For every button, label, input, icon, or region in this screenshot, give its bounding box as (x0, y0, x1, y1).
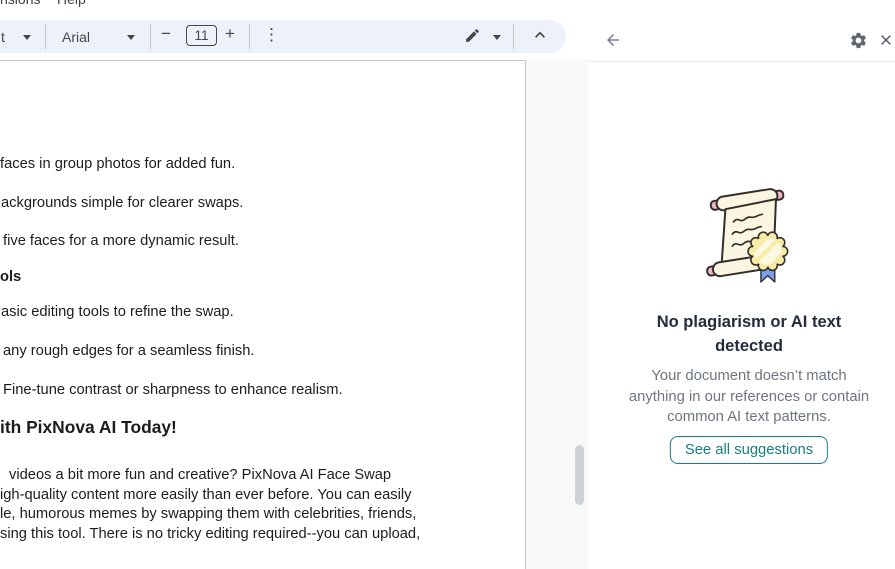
font-caret-icon[interactable] (127, 35, 135, 40)
app-window: Extensions Help t Arial − 11 + ⋮ faces i… (0, 0, 895, 569)
scroll-certificate-illustration (696, 180, 802, 289)
suggestions-panel: No plagiarism or AI text detected Your d… (588, 0, 895, 569)
panel-heading-line: No plagiarism or AI text (588, 310, 895, 334)
document-scrollbar-thumb[interactable] (575, 445, 584, 505)
decrease-font-size-button[interactable]: − (161, 24, 171, 44)
document-canvas: faces in group photos for added fun. ack… (0, 60, 588, 569)
styles-caret-icon[interactable] (23, 35, 31, 40)
doc-line: videos a bit more fun and creative? PixN… (9, 467, 391, 483)
doc-line: asic editing tools to refine the swap. (1, 304, 234, 320)
doc-line: Fine-tune contrast or sharpness to enhan… (3, 382, 343, 398)
doc-line: ackgrounds simple for clearer swaps. (1, 195, 243, 211)
doc-line: sing this tool. There is no tricky editi… (0, 526, 420, 542)
toolbar-divider (513, 24, 514, 49)
panel-heading-line: detected (588, 334, 895, 358)
toolbar-divider (150, 24, 151, 49)
styles-dropdown[interactable]: t (1, 29, 5, 45)
pen-mode-caret-icon[interactable] (493, 35, 501, 40)
doc-line: le, humorous memes by swapping them with… (0, 506, 416, 522)
font-family-dropdown[interactable]: Arial (62, 29, 90, 45)
doc-line: five faces for a more dynamic result. (3, 233, 239, 249)
pen-mode-icon[interactable] (464, 27, 481, 49)
menubar: Extensions Help (0, 0, 588, 14)
see-all-suggestions-button[interactable]: See all suggestions (670, 436, 828, 464)
panel-description: Your document doesn’t match anything in … (588, 366, 895, 428)
back-arrow-icon[interactable] (599, 26, 627, 54)
doc-line: igh-quality content more easily than eve… (0, 487, 412, 503)
doc-line: faces in group photos for added fun. (0, 156, 235, 172)
settings-gear-icon[interactable] (844, 26, 872, 54)
panel-heading: No plagiarism or AI text detected (588, 310, 895, 358)
document-page[interactable]: faces in group photos for added fun. ack… (0, 60, 526, 569)
menu-extensions[interactable]: Extensions (0, 0, 40, 7)
font-size-input[interactable]: 11 (186, 25, 217, 46)
doc-heading-fragment: ith PixNova AI Today! (0, 417, 177, 438)
panel-description-line: common AI text patterns. (588, 407, 895, 428)
panel-description-line: Your document doesn’t match (588, 366, 895, 387)
doc-line: any rough edges for a seamless finish. (3, 343, 254, 359)
doc-heading-fragment: ols (0, 269, 21, 285)
toolbar-divider (45, 24, 46, 49)
panel-header (588, 0, 895, 62)
close-icon[interactable] (872, 26, 895, 54)
more-options-icon[interactable]: ⋮ (263, 23, 280, 47)
toolbar: t Arial − 11 + ⋮ (0, 14, 588, 60)
menu-help[interactable]: Help (57, 0, 86, 7)
collapse-toolbar-icon[interactable] (530, 25, 550, 50)
panel-description-line: anything in our references or contain (588, 387, 895, 408)
increase-font-size-button[interactable]: + (225, 24, 235, 44)
toolbar-divider (249, 24, 250, 49)
